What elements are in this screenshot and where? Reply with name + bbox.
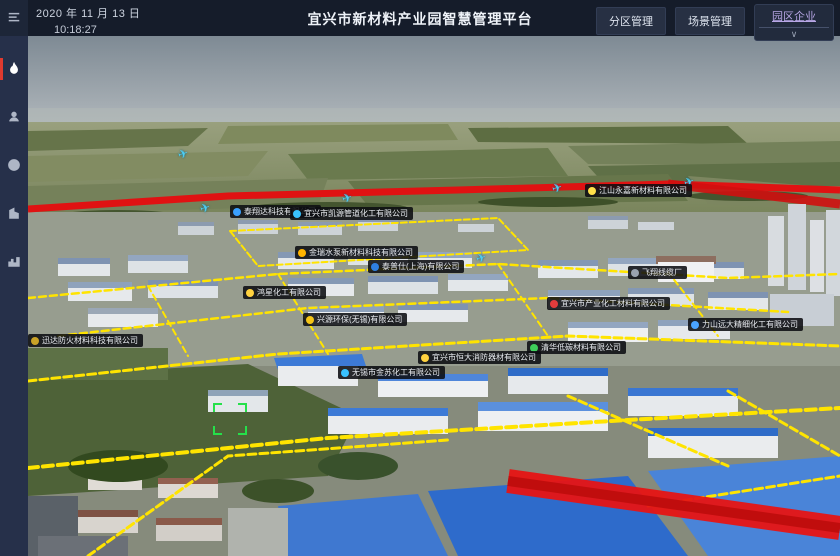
company-name: 无锡市金苏化工有限公司 [352, 368, 440, 377]
building-label[interactable]: 力山远大精细化工有限公司 [688, 318, 803, 331]
building-icon[interactable] [0, 198, 28, 228]
company-name: 金瑞水泵新材料科技有限公司 [309, 248, 413, 257]
company-icon [31, 337, 39, 345]
zone-management-button[interactable]: 分区管理 [596, 7, 666, 35]
building-label[interactable]: 兴源环保(无锡)有限公司 [303, 313, 407, 326]
building-label[interactable]: 飞翔线缆厂 [628, 266, 687, 279]
building-label[interactable]: 泰普仕(上海)有限公司 [368, 260, 464, 273]
building-label[interactable]: 江山永嘉新材料有限公司 [585, 184, 692, 197]
company-icon [691, 321, 699, 329]
building-label[interactable]: 宜兴市产业化工材料有限公司 [547, 297, 670, 310]
company-name: 兴源环保(无锡)有限公司 [317, 315, 402, 324]
dropdown-divider [759, 27, 829, 28]
park-enterprise-dropdown[interactable]: 园区企业 ∨ [754, 4, 834, 41]
company-name: 宜兴市恒大消防器材有限公司 [432, 353, 536, 362]
company-name: 清华低碳材料有限公司 [541, 343, 621, 352]
company-name: 迅达防火材料科技有限公司 [42, 336, 138, 345]
company-name: 江山永嘉新材料有限公司 [599, 186, 687, 195]
company-icon [550, 300, 558, 308]
map-viewport[interactable]: ✈✈✈✈✈✈ 泰翔达科技有限公司宜兴市凯源管道化工有限公司金瑞水泵新材料科技有限… [28, 36, 840, 556]
company-icon [233, 208, 241, 216]
company-name: 宜兴市产业化工材料有限公司 [561, 299, 665, 308]
company-name: 泰普仕(上海)有限公司 [382, 262, 459, 271]
company-name: 宜兴市凯源管道化工有限公司 [304, 209, 408, 218]
scene-management-button[interactable]: 场景管理 [675, 7, 745, 35]
building-label[interactable]: 无锡市金苏化工有限公司 [338, 366, 445, 379]
person-icon[interactable] [0, 102, 28, 132]
header-bar: 2020 年 11 月 13 日 10:18:27 宜兴市新材料产业园智慧管理平… [0, 0, 840, 36]
company-name: 飞翔线缆厂 [642, 268, 682, 277]
fire-icon[interactable] [0, 54, 28, 84]
menu-icon[interactable] [0, 0, 28, 36]
building-label[interactable]: 迅达防火材料科技有限公司 [28, 334, 143, 347]
gauge-icon[interactable] [0, 150, 28, 180]
building-label[interactable]: 宜兴市凯源管道化工有限公司 [290, 207, 413, 220]
company-icon [298, 249, 306, 257]
chevron-down-icon: ∨ [755, 29, 833, 39]
company-icon [588, 187, 596, 195]
building-label[interactable]: 清华低碳材料有限公司 [527, 341, 626, 354]
building-label[interactable]: 鸿星化工有限公司 [243, 286, 326, 299]
company-icon [306, 316, 314, 324]
factory-chart-icon[interactable] [0, 246, 28, 276]
building-label[interactable]: 金瑞水泵新材料科技有限公司 [295, 246, 418, 259]
company-icon [341, 369, 349, 377]
company-icon [293, 210, 301, 218]
map-backdrop [28, 36, 840, 556]
company-icon [631, 269, 639, 277]
company-name: 力山远大精细化工有限公司 [702, 320, 798, 329]
sidebar [0, 0, 28, 556]
app-window: ✈✈✈✈✈✈ 泰翔达科技有限公司宜兴市凯源管道化工有限公司金瑞水泵新材料科技有限… [0, 0, 840, 556]
company-icon [246, 289, 254, 297]
company-icon [421, 354, 429, 362]
building-label[interactable]: 宜兴市恒大消防器材有限公司 [418, 351, 541, 364]
company-name: 鸿星化工有限公司 [257, 288, 321, 297]
park-enterprise-label: 园区企业 [755, 8, 833, 24]
company-icon [371, 263, 379, 271]
